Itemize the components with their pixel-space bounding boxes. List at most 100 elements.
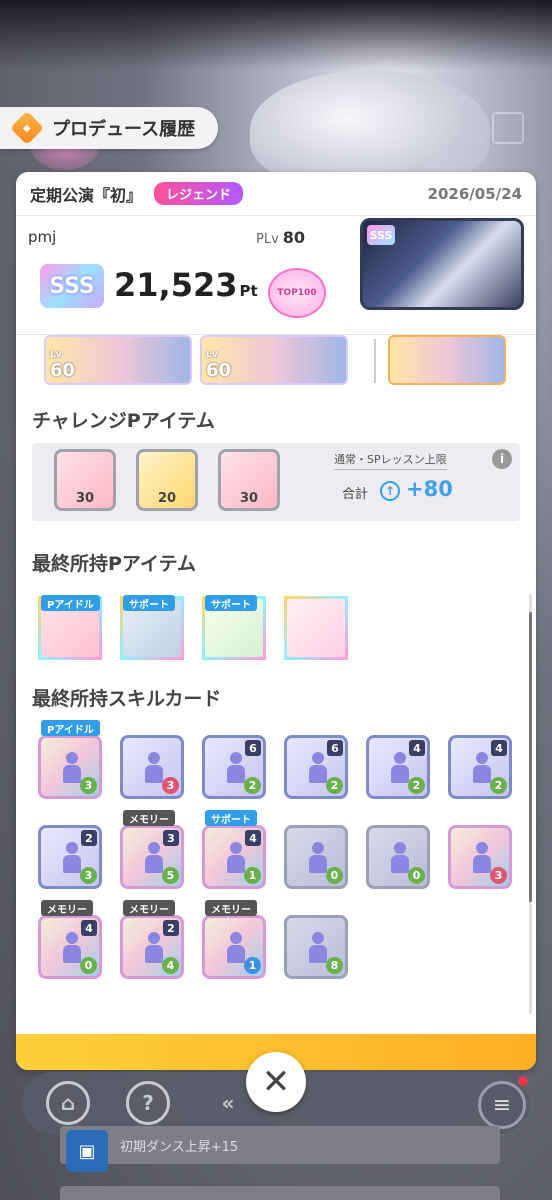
produce-date: 2026/05/24	[427, 184, 522, 203]
skill-card-value: 0	[80, 957, 97, 974]
item-cost: 30	[239, 491, 259, 506]
idol-thumbnail[interactable]: SSS	[360, 218, 524, 310]
skill-card-tag: メモリー	[205, 900, 257, 916]
skill-card-tag: メモリー	[41, 900, 93, 916]
skill-card-value: 8	[326, 957, 343, 974]
final-items-title: 最終所持Pアイテム	[32, 553, 197, 575]
challenge-item[interactable]: 30	[54, 449, 116, 511]
skill-card[interactable]: メモリー 3 5	[120, 810, 184, 889]
scrollbar-thumb[interactable]	[529, 612, 532, 902]
support-card-level: Lv 60	[206, 350, 232, 382]
skill-card[interactable]: 3	[448, 825, 512, 889]
mission-icon: ▣	[66, 1130, 108, 1172]
skill-card-tag: サポート	[205, 810, 257, 826]
skill-card-value: 1	[244, 867, 261, 884]
skill-card-value: 3	[162, 777, 179, 794]
info-icon[interactable]: i	[492, 449, 512, 469]
item-cost: 30	[75, 491, 95, 506]
item-cost: 20	[157, 491, 177, 506]
skill-card[interactable]: メモリー 4 0	[38, 900, 102, 979]
skill-card[interactable]: メモリー 1	[202, 900, 266, 979]
mission-banner[interactable]: 初期ダンス上昇+15	[60, 1126, 500, 1164]
skill-card-cost: 4	[409, 740, 425, 756]
skill-cards-grid: Pアイドル 3 3 6 2 6 2 4 2 4 2 2 3 メモリー 3 5 サポート 4 1 0 0 3 メモリー 4 0 メモ…	[38, 717, 536, 989]
skill-card-value: 2	[490, 777, 507, 794]
page-title: プロデュース履歴	[52, 119, 196, 140]
total-value: +80	[406, 477, 453, 501]
skill-card-cost: 6	[327, 740, 343, 756]
skill-card-tag: メモリー	[123, 810, 175, 826]
score-display: 21,523 Pt	[114, 266, 258, 304]
memory-card[interactable]	[388, 335, 506, 385]
level-label: Lv	[206, 350, 218, 360]
divider	[374, 339, 376, 383]
skill-card[interactable]: 23	[38, 825, 102, 889]
plv-label: PLv	[256, 232, 279, 247]
level-value: 60	[50, 360, 76, 381]
figure-icon[interactable]	[284, 596, 348, 660]
skill-card-value: 3	[80, 867, 97, 884]
skill-card-cost: 3	[163, 830, 179, 846]
skill-card[interactable]: 0	[366, 825, 430, 889]
item-tag: サポート	[205, 595, 257, 611]
skill-card-value: 0	[408, 867, 425, 884]
skill-card[interactable]: メモリー 2 4	[120, 900, 184, 979]
skill-card-value: 2	[408, 777, 425, 794]
history-header: ◆ プロデュース履歴	[0, 107, 218, 149]
total-label: 合計	[342, 487, 369, 502]
final-items-row: Pアイドル サポート サポート	[38, 582, 536, 662]
home-icon[interactable]: ⌂	[46, 1081, 90, 1125]
back-icon[interactable]: «	[206, 1081, 250, 1125]
support-card[interactable]: Lv 60	[44, 335, 192, 385]
score-value: 21,523	[114, 266, 238, 304]
skill-card-tag: Pアイドル	[41, 720, 100, 736]
skill-card[interactable]: 42	[448, 735, 512, 799]
produce-result-card: 定期公演『初』 レジェンド 2026/05/24 pmj PLv 80 SSS 2…	[16, 172, 536, 1070]
skill-card-cost: 2	[163, 920, 179, 936]
skill-card[interactable]: 62	[202, 735, 266, 799]
skill-card-value: 2	[244, 777, 261, 794]
greenhouse-icon[interactable]: サポート	[202, 595, 266, 660]
help-icon[interactable]: ?	[126, 1081, 170, 1125]
skill-card-value: 2	[326, 777, 343, 794]
plv-display: PLv 80	[256, 228, 305, 247]
close-button[interactable]: ✕	[246, 1052, 306, 1112]
skill-card-value: 0	[326, 867, 343, 884]
skill-card[interactable]: 3	[120, 735, 184, 799]
challenge-item[interactable]: 20	[136, 449, 198, 511]
challenge-item[interactable]: 30	[218, 449, 280, 511]
background-shade	[0, 0, 552, 70]
skill-card-value: 5	[162, 867, 179, 884]
lesson-up-icon: ↑	[380, 481, 400, 501]
level-value: 60	[206, 360, 232, 381]
performance-header: 定期公演『初』 レジェンド 2026/05/24	[16, 172, 536, 216]
result-summary: pmj PLv 80 SSS 21,523 Pt TOP100 SSS	[16, 216, 536, 334]
notification-dot	[518, 1076, 528, 1086]
user-name: pmj	[28, 228, 57, 246]
support-card-level: Lv 60	[50, 350, 76, 382]
feather-icon[interactable]: Pアイドル	[38, 595, 102, 660]
plv-value: 80	[282, 228, 306, 247]
skill-card-cost: 4	[81, 920, 97, 936]
rank-badge: SSS	[40, 264, 104, 308]
level-label: Lv	[50, 350, 62, 360]
menu-icon[interactable]: ≡	[478, 1081, 526, 1129]
camera-frame-icon[interactable]	[492, 112, 524, 144]
mission-banner-2[interactable]	[60, 1186, 500, 1200]
skill-card-value: 1	[244, 957, 261, 974]
skill-card[interactable]: Pアイドル 3	[38, 720, 102, 799]
tray-icon[interactable]: サポート	[120, 595, 184, 660]
skill-card-value: 4	[162, 957, 179, 974]
skill-card[interactable]: 42	[366, 735, 430, 799]
skill-card[interactable]: 0	[284, 825, 348, 889]
produce-logo-icon: ◆	[10, 111, 44, 145]
performance-name: 定期公演『初』	[30, 185, 143, 205]
skill-card[interactable]: サポート 4 1	[202, 810, 266, 889]
skill-card[interactable]: 8	[284, 915, 348, 979]
skill-card[interactable]: 62	[284, 735, 348, 799]
close-icon: ✕	[261, 1062, 291, 1102]
skill-card-tag: メモリー	[123, 900, 175, 916]
support-card[interactable]: Lv 60	[200, 335, 348, 385]
top-rank-badge: TOP100	[268, 268, 326, 318]
skill-card-cost: 4	[245, 830, 261, 846]
